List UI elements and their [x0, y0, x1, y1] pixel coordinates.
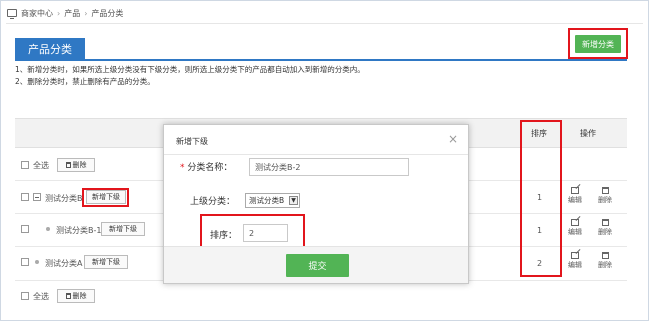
- sort-label: 排序：: [210, 231, 238, 241]
- delete-label: 删除: [598, 228, 612, 236]
- annotation-box-sort-column: [520, 120, 562, 277]
- parent-category-label: 上级分类：: [190, 197, 236, 207]
- divider: [6, 23, 643, 24]
- table-row-name: 测试分类A: [45, 259, 83, 268]
- page-title: 产品分类: [15, 38, 85, 59]
- select-all-checkbox[interactable]: [21, 161, 29, 169]
- breadcrumb-separator: ›: [84, 8, 88, 18]
- edit-label: 编辑: [568, 228, 582, 236]
- add-sub-button[interactable]: 新增下级: [84, 255, 128, 269]
- breadcrumb-current: 产品分类: [91, 8, 124, 18]
- add-sub-button[interactable]: 新增下级: [86, 190, 126, 204]
- dialog-title: 新增下级: [176, 137, 208, 146]
- chevron-down-icon: ▼: [289, 196, 298, 205]
- edit-button[interactable]: 编辑: [565, 219, 585, 237]
- parent-category-value: 测试分类B: [249, 196, 285, 205]
- dialog-header: 新增下级 ×: [164, 125, 468, 155]
- delete-label: 删除: [598, 196, 612, 204]
- bullet-icon: [35, 260, 39, 264]
- add-sub-dialog: 新增下级 × * 分类名称： 测试分类B-2 上级分类： 测试分类B ▼ 排序：…: [163, 124, 469, 284]
- edit-label: 编辑: [568, 196, 582, 204]
- trash-icon: [65, 293, 71, 299]
- bulk-delete-label: 删除: [72, 161, 87, 169]
- select-all-label: 全选: [33, 161, 49, 170]
- dialog-footer: 提交: [164, 246, 468, 283]
- submit-button[interactable]: 提交: [286, 254, 349, 277]
- edit-icon: [571, 219, 579, 226]
- edit-button[interactable]: 编辑: [565, 187, 585, 205]
- column-header-operation: 操作: [580, 129, 596, 138]
- row-checkbox[interactable]: [21, 258, 29, 266]
- edit-icon: [571, 252, 579, 259]
- table-row-name: 测试分类B-1: [56, 226, 102, 235]
- parent-category-select[interactable]: 测试分类B ▼: [245, 193, 300, 208]
- bulk-delete-button-bottom[interactable]: 删除: [57, 289, 95, 303]
- breadcrumb-home[interactable]: 商家中心: [21, 8, 53, 19]
- minus-icon[interactable]: [33, 193, 41, 201]
- breadcrumb-products[interactable]: 产品: [64, 8, 80, 19]
- note-1: 1、新增分类时，如果所选上级分类没有下级分类，则所选上级分类下的产品都自动加入到…: [15, 65, 365, 74]
- edit-button[interactable]: 编辑: [565, 252, 585, 270]
- trash-icon: [601, 252, 609, 259]
- row-checkbox[interactable]: [21, 225, 29, 233]
- edit-icon: [571, 187, 579, 194]
- bulk-delete-button[interactable]: 删除: [57, 158, 95, 172]
- note-2: 2、删除分类时，禁止删除有产品的分类。: [15, 77, 155, 86]
- delete-button[interactable]: 删除: [595, 187, 615, 205]
- category-name-input[interactable]: 测试分类B-2: [249, 158, 409, 176]
- delete-button[interactable]: 删除: [595, 219, 615, 237]
- title-underline: [15, 59, 627, 61]
- trash-icon: [601, 219, 609, 226]
- add-category-button[interactable]: 新增分类: [575, 35, 621, 53]
- category-name-label: * 分类名称：: [180, 160, 232, 173]
- sort-input[interactable]: 2: [243, 224, 288, 242]
- breadcrumb: 商家中心 › 产品 › 产品分类: [7, 6, 123, 20]
- close-icon[interactable]: ×: [448, 132, 458, 146]
- bullet-icon: [46, 227, 50, 231]
- delete-label: 删除: [598, 261, 612, 269]
- trash-icon: [601, 187, 609, 194]
- edit-label: 编辑: [568, 261, 582, 269]
- table-row-name: 测试分类B: [45, 194, 83, 203]
- category-name-label-text: 分类名称：: [187, 163, 233, 173]
- bulk-delete-label: 删除: [72, 292, 87, 300]
- select-all-label: 全选: [33, 292, 49, 301]
- delete-button[interactable]: 删除: [595, 252, 615, 270]
- row-checkbox[interactable]: [21, 193, 29, 201]
- select-all-checkbox-bottom[interactable]: [21, 292, 29, 300]
- monitor-icon: [7, 9, 17, 19]
- add-sub-button[interactable]: 新增下级: [101, 222, 145, 236]
- trash-icon: [65, 162, 71, 168]
- breadcrumb-separator: ›: [57, 8, 61, 18]
